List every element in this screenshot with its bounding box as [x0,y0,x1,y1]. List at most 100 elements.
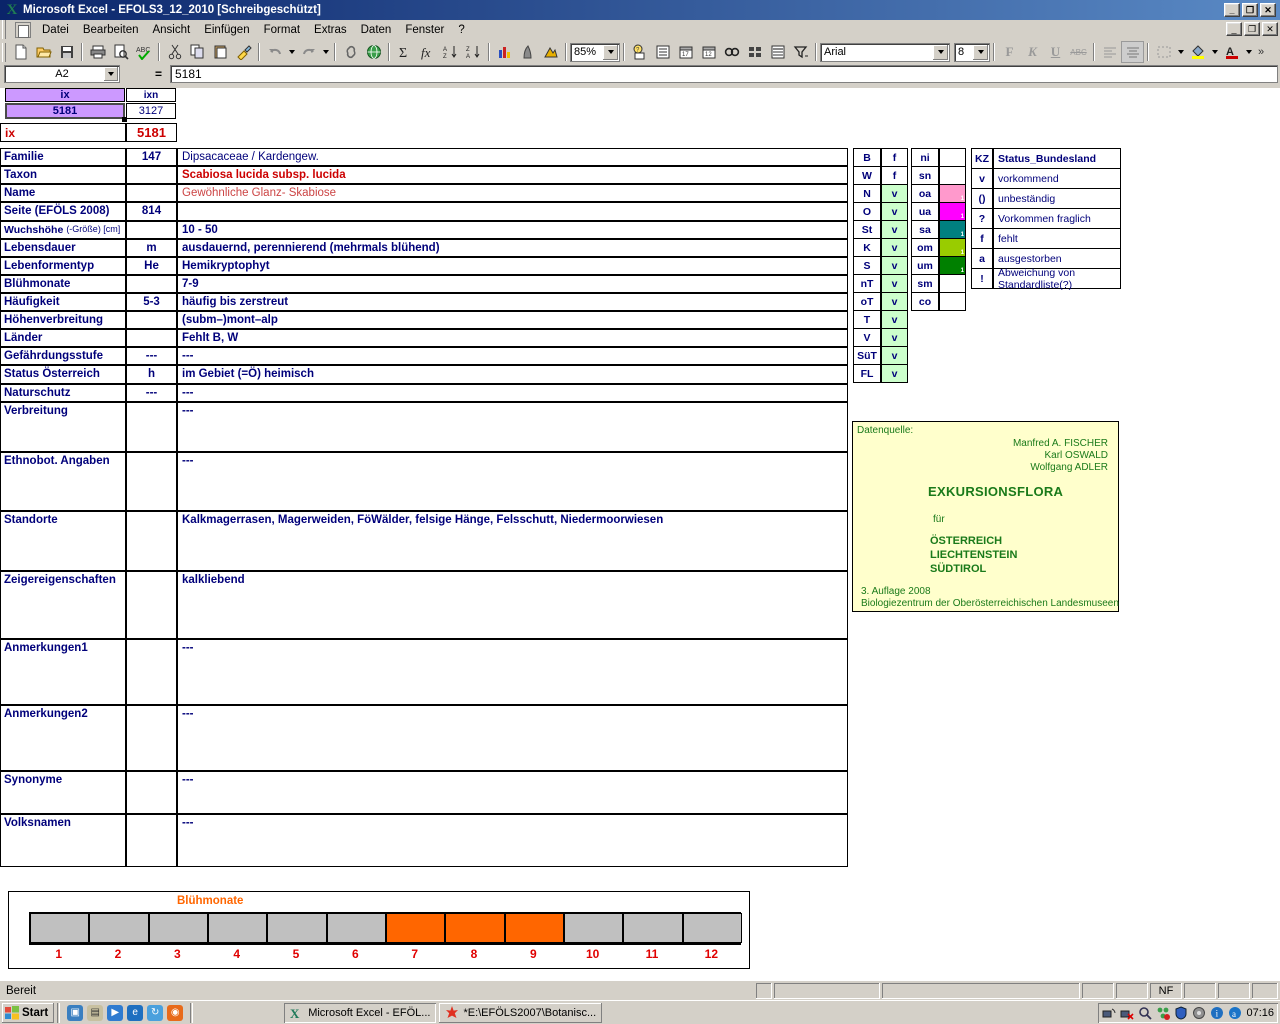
row-code-13[interactable]: --- [126,384,177,402]
row-value-2[interactable]: Gewöhnliche Glanz- Skabiose [177,184,848,202]
split-window-icon[interactable] [743,41,766,63]
zoom-combo[interactable]: 85% [570,42,620,62]
internet-explorer-icon[interactable]: e [127,1004,144,1021]
region-code-sa[interactable]: sa [911,220,939,239]
list-icon[interactable] [651,41,674,63]
cell-b2-ixn-value[interactable]: 3127 [126,103,176,119]
province-status-B[interactable]: f [881,148,908,167]
font-name-combo[interactable]: Arial [820,42,950,62]
row-label-8[interactable]: Häufigkeit [0,293,126,311]
minimize-button[interactable]: _ [1224,3,1240,17]
sort-descending-icon[interactable]: ZA [462,41,485,63]
row-code-9[interactable] [126,311,177,329]
row-label-17[interactable]: Zeigereigenschaften [0,571,126,639]
row-value-6[interactable]: Hemikryptophyt [177,257,848,275]
row-label-11[interactable]: Gefährdungsstufe [0,347,126,365]
row-label-16[interactable]: Standorte [0,511,126,571]
font-name-dropdown-icon[interactable] [933,44,948,60]
row-code-8[interactable]: 5-3 [126,293,177,311]
redo-dropdown-icon[interactable] [320,41,331,63]
font-size-dropdown-icon[interactable] [973,44,988,60]
print-icon[interactable] [86,41,109,63]
region-code-um[interactable]: um [911,256,939,275]
province-code-O[interactable]: O [853,202,881,221]
row-value-11[interactable]: --- [177,347,848,365]
calendar-icon-2[interactable]: 12 [697,41,720,63]
row-code-17[interactable] [126,571,177,639]
font-color-icon[interactable]: A [1220,41,1243,63]
row-label-12[interactable]: Status Österreich [0,365,126,384]
row-code-18[interactable] [126,639,177,705]
province-code-B[interactable]: B [853,148,881,167]
bluehmonate-chart[interactable]: Blühmonate 1 2 3 4 5 6 7 8 9 10 11 12 [8,891,750,969]
restore-button[interactable]: ❐ [1242,3,1258,17]
row-code-12[interactable]: h [126,365,177,384]
row-label-20[interactable]: Synonyme [0,771,126,814]
underline-button[interactable]: U [1044,41,1067,63]
province-code-K[interactable]: K [853,238,881,257]
menu-einfuegen[interactable]: Einfügen [197,22,256,38]
row-value-12[interactable]: im Gebiet (=Ö) heimisch [177,365,848,384]
menu-datei[interactable]: Datei [35,22,76,38]
row-code-10[interactable] [126,329,177,347]
province-code-W[interactable]: W [853,166,881,185]
workbook-close-button[interactable]: ✕ [1262,22,1278,36]
media-player-icon[interactable]: ▶ [107,1004,124,1021]
spellcheck-icon[interactable]: ABC [132,41,155,63]
name-box[interactable]: A2 [4,65,120,83]
toolbar-overflow-icon[interactable]: » [1254,41,1268,63]
province-code-V[interactable]: V [853,328,881,347]
region-swatch-um[interactable]: 1 [939,256,966,275]
row-value-20[interactable]: --- [177,771,848,814]
borders-dropdown-icon[interactable] [1175,41,1186,63]
firefox-icon[interactable]: ◉ [167,1004,184,1021]
sync-icon[interactable]: ↻ [147,1004,164,1021]
row-label-2[interactable]: Name [0,184,126,202]
info-icon[interactable]: i [1210,1006,1224,1020]
row-label-5[interactable]: Lebensdauer [0,239,126,257]
align-center-icon[interactable] [1121,41,1144,63]
map-icon[interactable] [516,41,539,63]
region-code-sm[interactable]: sm [911,274,939,293]
row-label-21[interactable]: Volksnamen [0,814,126,867]
cell-b1-ixn-header[interactable]: ixn [126,88,176,102]
row-code-14[interactable] [126,402,177,452]
region-swatch-sm[interactable] [939,274,966,293]
row-value-9[interactable]: (subm–)mont–alp [177,311,848,329]
row-code-15[interactable] [126,452,177,511]
row-code-4[interactable] [126,221,177,239]
font-size-combo[interactable]: 8 [954,42,990,62]
province-status-O[interactable]: v [881,202,908,221]
province-status-FL[interactable]: v [881,364,908,383]
row-value-7[interactable]: 7-9 [177,275,848,293]
row-code-20[interactable] [126,771,177,814]
province-status-K[interactable]: v [881,238,908,257]
workbook-restore-button[interactable]: ❐ [1244,22,1260,36]
row-label-0[interactable]: Familie [0,148,126,166]
row-value-3[interactable] [177,202,848,221]
region-code-co[interactable]: co [911,292,939,311]
province-status-SüT[interactable]: v [881,346,908,365]
row-label-3[interactable]: Seite (EFÖLS 2008) [0,202,126,221]
row-label-1[interactable]: Taxon [0,166,126,184]
sort-ascending-icon[interactable]: AZ [439,41,462,63]
region-code-sn[interactable]: sn [911,166,939,185]
row-code-1[interactable] [126,166,177,184]
province-status-oT[interactable]: v [881,292,908,311]
fill-handle[interactable] [122,117,127,122]
province-code-nT[interactable]: nT [853,274,881,293]
save-icon[interactable] [55,41,78,63]
row-label-9[interactable]: Höhenverbreitung [0,311,126,329]
menu-daten[interactable]: Daten [354,22,399,38]
help-icon[interactable]: ? [628,41,651,63]
province-code-FL[interactable]: FL [853,364,881,383]
undo-dropdown-icon[interactable] [286,41,297,63]
font-color-dropdown-icon[interactable] [1243,41,1254,63]
province-code-St[interactable]: St [853,220,881,239]
network-disconnected-icon[interactable] [1120,1006,1135,1020]
row-label-19[interactable]: Anmerkungen2 [0,705,126,771]
region-swatch-sa[interactable]: 1 [939,220,966,239]
copy-icon[interactable] [186,41,209,63]
region-swatch-oa[interactable]: 1 [939,184,966,203]
acrobat-icon[interactable]: a [1228,1006,1242,1020]
